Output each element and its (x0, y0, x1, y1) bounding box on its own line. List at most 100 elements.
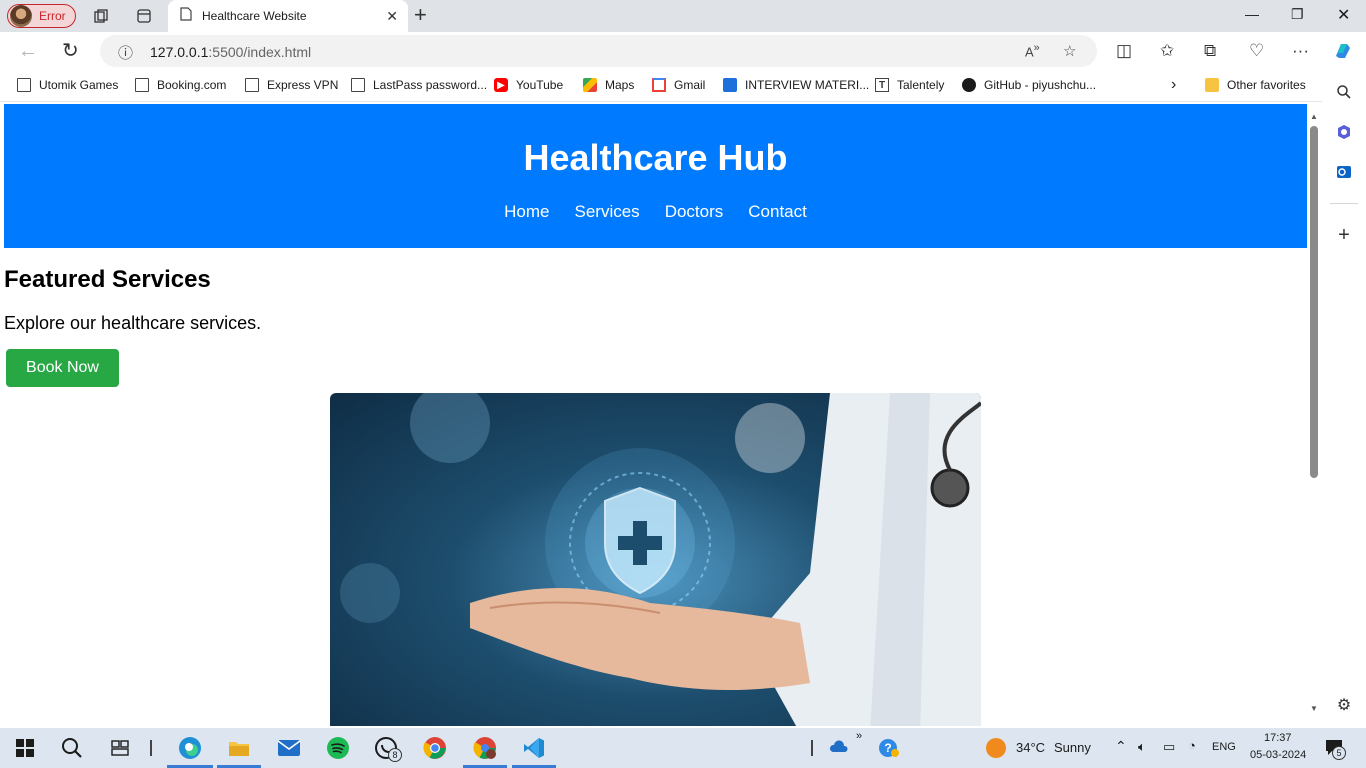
address-bar[interactable]: ⓘ 127.0.0.1:5500/index.html A» ☆ (100, 35, 1097, 67)
whatsapp-icon[interactable]: 8 (374, 736, 402, 762)
windows-start-icon[interactable] (13, 736, 37, 760)
file-explorer-icon[interactable] (227, 736, 251, 760)
back-icon[interactable]: ← (18, 40, 38, 62)
tab-healthcare-website[interactable]: Healthcare Website ✕ (168, 0, 408, 32)
weather-temperature: 34°C (1016, 740, 1046, 755)
close-tab-icon[interactable]: ✕ (386, 8, 398, 25)
svg-text:?: ? (884, 741, 891, 755)
close-window-icon[interactable]: ✕ (1337, 5, 1350, 25)
folder-icon (1205, 78, 1219, 92)
spotify-icon[interactable] (326, 736, 350, 760)
refresh-icon[interactable]: ↻ (62, 40, 79, 62)
talentely-icon: T (875, 78, 889, 92)
volume-icon[interactable]: 🔈︎ (1138, 739, 1146, 755)
page-icon (17, 78, 31, 92)
nav-doctors-link[interactable]: Doctors (665, 202, 724, 222)
tray-chevron-up-icon[interactable]: ⌃ (1115, 738, 1127, 755)
whatsapp-badge: 8 (388, 748, 402, 762)
chrome-profile-icon[interactable] (473, 736, 497, 760)
new-tab-icon[interactable]: + (414, 4, 427, 26)
favorite-talentely[interactable]: T Talentely (875, 78, 944, 92)
favorite-utomik-games[interactable]: Utomik Games (17, 78, 118, 92)
favorite-label: Express VPN (267, 78, 339, 92)
task-view-icon[interactable] (108, 736, 132, 760)
other-favorites-folder[interactable]: Other favorites (1205, 78, 1306, 92)
sidebar-divider (1330, 203, 1358, 204)
favorite-booking[interactable]: Booking.com (135, 78, 226, 92)
favorite-express-vpn[interactable]: Express VPN (245, 78, 338, 92)
favorite-label: Maps (605, 78, 635, 92)
url-path: :5500/index.html (208, 44, 312, 60)
featured-services-heading: Featured Services (4, 266, 211, 293)
page-icon (351, 78, 365, 92)
nav-home-link[interactable]: Home (504, 202, 549, 222)
weather-sun-icon[interactable] (984, 736, 1008, 760)
github-icon (962, 78, 976, 92)
favorite-github[interactable]: GitHub - piyushchu... (962, 78, 1096, 92)
clock-date[interactable]: 05-03-2024 (1250, 749, 1306, 761)
battery-icon[interactable]: ▭ (1163, 739, 1175, 755)
favorite-maps[interactable]: Maps (583, 78, 634, 92)
weather-condition: Sunny (1054, 740, 1091, 755)
book-now-button[interactable]: Book Now (6, 349, 119, 387)
add-sidebar-app-icon[interactable]: + (1334, 224, 1354, 246)
vscode-icon[interactable] (522, 736, 546, 760)
more-menu-icon[interactable]: ··· (1292, 40, 1309, 62)
scroll-up-icon[interactable]: ▲ (1310, 112, 1318, 121)
favorite-interview-material[interactable]: INTERVIEW MATERI... (723, 78, 869, 92)
onedrive-icon[interactable] (826, 734, 850, 758)
youtube-icon: ▶ (494, 78, 508, 92)
taskbar-divider (150, 740, 152, 756)
notifications-icon[interactable]: 5 (1323, 736, 1347, 760)
scrollbar-thumb[interactable] (1310, 126, 1318, 478)
site-info-icon[interactable]: ⓘ (118, 42, 133, 63)
favorite-youtube[interactable]: ▶ YouTube (494, 78, 563, 92)
favorite-label: YouTube (516, 78, 564, 92)
favorite-gmail[interactable]: Gmail (652, 78, 705, 92)
workspaces-icon[interactable] (91, 6, 111, 26)
tab-actions-icon[interactable] (134, 6, 154, 26)
taskbar-search-icon[interactable] (60, 736, 84, 760)
show-hidden-icons-chevron-icon[interactable]: » (856, 730, 862, 742)
favorite-star-icon[interactable]: ☆ (1063, 42, 1076, 60)
favorite-lastpass[interactable]: LastPass password... (351, 78, 487, 92)
nav-services-link[interactable]: Services (575, 202, 640, 222)
chrome-icon[interactable] (423, 736, 447, 760)
collections-icon[interactable]: ⧉ (1204, 40, 1216, 62)
favorite-label: LastPass password... (373, 78, 488, 92)
copilot-icon[interactable] (1332, 40, 1354, 68)
page-viewport: Healthcare Hub Home Services Doctors Con… (4, 104, 1307, 726)
hero-image (330, 393, 981, 726)
avatar (10, 5, 32, 27)
minimize-icon[interactable]: — (1245, 6, 1259, 22)
favorite-label: Booking.com (157, 78, 227, 92)
outlook-icon[interactable] (1334, 162, 1354, 182)
edge-icon[interactable] (178, 736, 202, 760)
performance-icon[interactable]: ♡ (1249, 40, 1264, 62)
mail-icon[interactable] (277, 736, 301, 760)
tab-title: Healthcare Website (202, 9, 307, 23)
search-icon[interactable] (1334, 82, 1354, 102)
restore-icon[interactable]: ❐ (1291, 6, 1304, 23)
favorite-label: GitHub - piyushchu... (984, 78, 1097, 92)
language-indicator[interactable]: ENG (1212, 741, 1236, 753)
nav-contact-link[interactable]: Contact (748, 202, 807, 222)
address-bar-row: ← ↻ ⓘ 127.0.0.1:5500/index.html A» ☆ ◫ ✩… (0, 32, 1366, 70)
favorite-label: Gmail (674, 78, 706, 92)
page-scrollbar[interactable]: ▲ ▼ (1307, 104, 1322, 722)
wifi-icon[interactable]: ◔ (1188, 738, 1196, 753)
scroll-down-icon[interactable]: ▼ (1310, 704, 1318, 713)
url-text: 127.0.0.1:5500/index.html (150, 44, 311, 60)
office-icon[interactable] (1334, 122, 1354, 142)
split-screen-icon[interactable]: ◫ (1116, 40, 1132, 62)
clock-time[interactable]: 17:37 (1264, 732, 1292, 744)
favorites-icon[interactable]: ✩ (1160, 40, 1174, 62)
read-aloud-icon[interactable]: A» (1025, 42, 1040, 59)
profile-button[interactable]: Error (7, 4, 76, 28)
more-favorites-chevron-icon[interactable]: › (1171, 76, 1176, 94)
settings-gear-icon[interactable]: ⚙ (1334, 695, 1354, 715)
help-icon[interactable]: ? (877, 736, 901, 760)
site-title: Healthcare Hub (523, 137, 788, 178)
interview-icon (723, 78, 737, 92)
favorites-bar: Utomik Games Booking.com Express VPN Las… (0, 70, 1366, 102)
